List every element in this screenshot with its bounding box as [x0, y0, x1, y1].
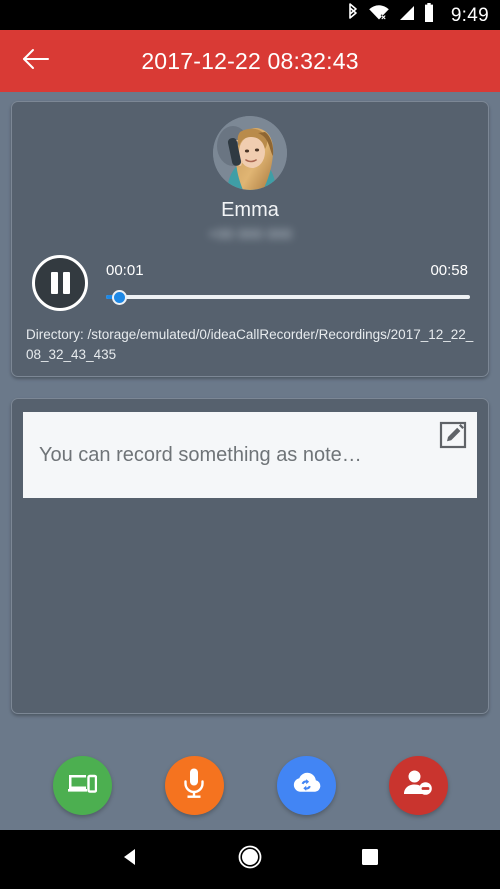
nav-home-button[interactable]	[226, 836, 274, 884]
block-contact-button[interactable]	[388, 756, 448, 815]
record-voice-note-button[interactable]	[164, 756, 224, 815]
app-screen: 9:49 2017-12-22 08:32:43 Emma +00 000 00…	[0, 0, 500, 889]
cloud-sync-icon	[289, 770, 323, 801]
app-bar: 2017-12-22 08:32:43	[0, 30, 500, 92]
page-title: 2017-12-22 08:32:43	[141, 47, 359, 74]
cellular-signal-icon	[398, 4, 416, 27]
cloud-sync-button[interactable]	[276, 756, 336, 815]
seek-bar[interactable]	[106, 289, 470, 305]
back-button[interactable]	[8, 33, 64, 89]
total-time-label: 00:58	[430, 262, 468, 279]
android-nav-bar	[0, 830, 500, 889]
pause-icon-bar-2	[62, 272, 70, 294]
share-to-device-button[interactable]	[52, 756, 112, 815]
directory-path-label: Directory: /storage/emulated/0/ideaCallR…	[26, 327, 474, 362]
contact-number: +00 000 000	[208, 226, 292, 243]
play-pause-button[interactable]	[32, 255, 88, 311]
nav-back-button[interactable]	[106, 836, 154, 884]
nav-home-icon	[237, 844, 263, 875]
seek-area: 00:01 00:58	[106, 262, 470, 305]
battery-icon	[424, 3, 434, 27]
content-area: Emma +00 000 000 00:01 00:58 Directory: …	[0, 92, 500, 741]
action-button-row	[0, 741, 500, 830]
nav-back-icon	[119, 846, 141, 873]
note-placeholder: You can record something as note…	[39, 443, 362, 466]
status-bar-clock: 9:49	[450, 4, 489, 26]
contact-name: Emma	[221, 199, 279, 221]
nav-recents-button[interactable]	[346, 836, 394, 884]
phonelink-devices-icon	[67, 770, 98, 801]
current-time-label: 00:01	[106, 262, 144, 279]
seek-bar-track	[106, 295, 470, 299]
player-controls-row: 00:01 00:58	[26, 255, 474, 311]
seek-bar-thumb[interactable]	[112, 289, 127, 305]
edit-note-icon[interactable]	[439, 421, 467, 449]
bluetooth-icon	[346, 2, 360, 28]
microphone-icon	[181, 767, 207, 804]
avatar-row	[26, 116, 474, 190]
wifi-no-internet-icon	[368, 4, 390, 27]
contact-photo-avatar	[213, 116, 287, 190]
nav-recents-icon	[360, 847, 380, 872]
note-input[interactable]: You can record something as note…	[23, 412, 477, 499]
status-bar-icons: 9:49	[346, 2, 489, 28]
note-card: You can record something as note…	[11, 398, 489, 715]
time-row: 00:01 00:58	[106, 262, 470, 279]
pause-icon	[50, 272, 58, 294]
player-card: Emma +00 000 000 00:01 00:58 Directory: …	[11, 101, 489, 378]
person-remove-icon	[402, 769, 434, 802]
status-bar: 9:49	[0, 0, 500, 30]
arrow-back-icon	[21, 47, 51, 76]
